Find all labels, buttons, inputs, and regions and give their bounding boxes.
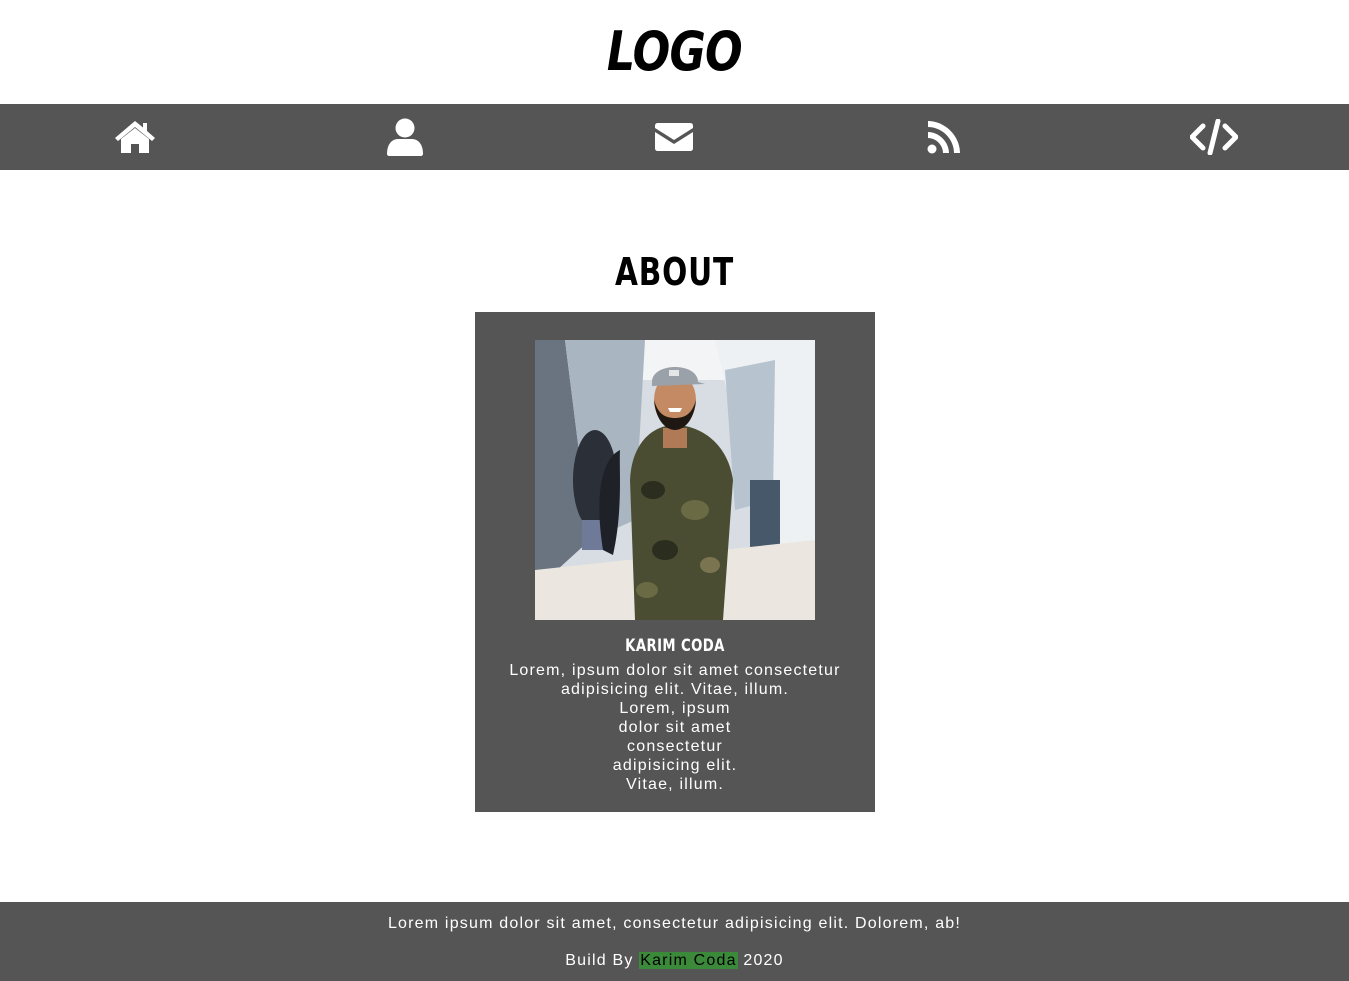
site-header: LOGO — [0, 0, 1349, 104]
nav-blog[interactable] — [809, 104, 1079, 170]
profile-text-line: Lorem, ipsum — [619, 700, 731, 717]
footer-build-prefix: Build By — [565, 952, 634, 969]
nav-code[interactable] — [1079, 104, 1349, 170]
footer-credit: Build By Karim Coda 2020 — [0, 952, 1349, 970]
user-icon — [386, 118, 424, 156]
about-title: ABOUT — [615, 250, 734, 294]
profile-text-line: Lorem, ipsum dolor sit amet consectetur — [509, 662, 841, 679]
profile-text-line: dolor sit amet — [618, 719, 732, 736]
profile-text-line: adipisicing elit. — [612, 757, 738, 774]
profile-photo — [535, 340, 815, 620]
nav-home[interactable] — [0, 104, 270, 170]
code-icon — [1190, 119, 1239, 155]
profile-card: KARIM CODA Lorem, ipsum dolor sit amet c… — [475, 312, 875, 812]
profile-name: KARIM CODA — [625, 636, 725, 656]
nav-contact[interactable] — [540, 104, 810, 170]
footer-year: 2020 — [743, 952, 784, 969]
home-icon — [114, 120, 156, 154]
profile-text-line: Vitae, illum. — [625, 776, 724, 793]
nav-profile[interactable] — [270, 104, 540, 170]
site-logo[interactable]: LOGO — [607, 20, 743, 83]
profile-text-line: consectetur — [627, 738, 723, 755]
profile-description: Lorem, ipsum dolor sit amet consectetur … — [485, 661, 865, 794]
main-nav — [0, 104, 1349, 170]
rss-icon — [927, 120, 961, 154]
footer-text: Lorem ipsum dolor sit amet, consectetur … — [387, 915, 962, 932]
profile-text-line: adipisicing elit. Vitae, illum. — [560, 681, 790, 698]
site-footer: Lorem ipsum dolor sit amet, consectetur … — [0, 902, 1349, 981]
envelope-icon — [655, 123, 694, 151]
footer-author-link[interactable]: Karim Coda — [639, 952, 738, 969]
